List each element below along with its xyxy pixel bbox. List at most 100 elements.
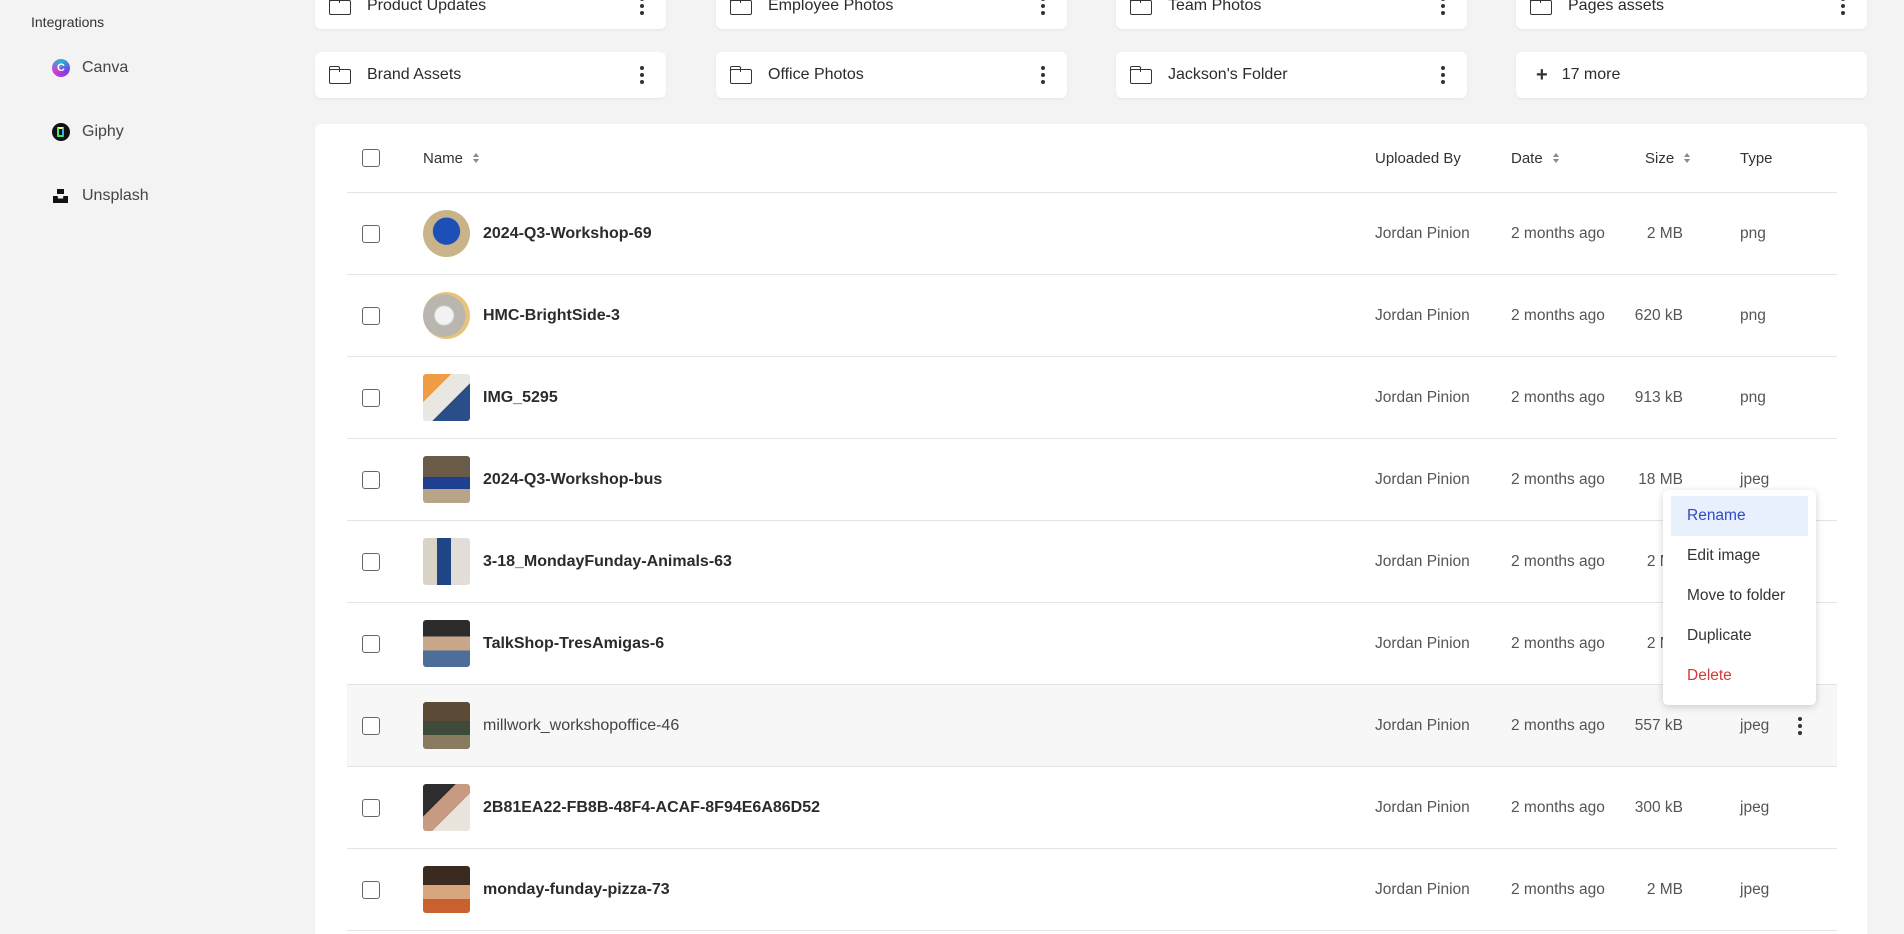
table-row[interactable]: 3-18_MondayFunday-Animals-63 Jordan Pinio…	[347, 521, 1837, 603]
folder-icon	[1130, 0, 1152, 15]
sidebar-item-canva[interactable]: C Canva	[52, 54, 128, 82]
more-options-icon[interactable]	[1833, 0, 1853, 17]
column-header-name[interactable]: Name	[423, 150, 479, 167]
folder-card-product-updates[interactable]: Product Updates	[315, 0, 666, 29]
menu-item-delete[interactable]: Delete	[1663, 656, 1816, 696]
folder-name: Brand Assets	[367, 66, 462, 83]
file-thumbnail[interactable]	[423, 292, 470, 339]
menu-item-duplicate[interactable]: Duplicate	[1663, 616, 1816, 656]
file-thumbnail[interactable]	[423, 374, 470, 421]
more-options-icon[interactable]	[1433, 0, 1453, 17]
uploaded-by-cell: Jordan Pinion	[1375, 716, 1470, 734]
folder-card-office-photos[interactable]: Office Photos	[716, 52, 1067, 98]
file-thumbnail[interactable]	[423, 456, 470, 503]
integrations-heading: Integrations	[31, 14, 105, 30]
more-folders-button[interactable]: + 17 more	[1516, 52, 1867, 98]
file-name[interactable]: 2024-Q3-Workshop-bus	[483, 471, 662, 489]
more-options-icon[interactable]	[1033, 0, 1053, 17]
sidebar-item-label: Unsplash	[82, 187, 149, 204]
column-header-date[interactable]: Date	[1511, 150, 1559, 167]
row-checkbox[interactable]	[362, 224, 380, 243]
table-row[interactable]: 2024-Q3-Workshop-bus Jordan Pinion 2 month…	[347, 439, 1837, 521]
row-checkbox[interactable]	[362, 798, 380, 817]
sort-icon	[1684, 153, 1690, 163]
menu-item-edit-image[interactable]: Edit image	[1663, 536, 1816, 576]
folder-icon	[329, 0, 351, 15]
file-name[interactable]: 2B81EA22-FB8B-48F4-ACAF-8F94E6A86D52	[483, 799, 820, 817]
type-cell: jpeg	[1740, 880, 1770, 898]
row-checkbox[interactable]	[362, 306, 380, 325]
table-row[interactable]: TalkShop-TresAmigas-6 Jordan Pinion 2 mont…	[347, 603, 1837, 685]
file-thumbnail[interactable]	[423, 784, 470, 831]
file-name[interactable]: monday-funday-pizza-73	[483, 881, 670, 899]
row-checkbox[interactable]	[362, 388, 380, 407]
row-checkbox[interactable]	[362, 470, 380, 489]
folder-name: Office Photos	[768, 66, 864, 83]
table-row[interactable]: monday-funday-pizza-73 Jordan Pinion 2 mon…	[347, 849, 1837, 931]
file-name[interactable]: 2024-Q3-Workshop-69	[483, 225, 652, 243]
table-row[interactable]: millwork_workshopoffice-46 Jordan Pinion 2…	[347, 685, 1837, 767]
date-cell: 2 months ago	[1511, 388, 1605, 406]
row-checkbox[interactable]	[362, 716, 380, 735]
folder-icon	[329, 66, 351, 84]
uploaded-by-cell: Jordan Pinion	[1375, 388, 1470, 406]
sidebar-item-label: Giphy	[82, 123, 124, 140]
file-name[interactable]: HMC-BrightSide-3	[483, 307, 620, 325]
more-options-icon[interactable]	[632, 0, 652, 17]
folder-card-employee-photos[interactable]: Employee Photos	[716, 0, 1067, 29]
select-all-checkbox[interactable]	[362, 149, 380, 167]
table-row[interactable]: HMC-BrightSide-3 Jordan Pinion 2 months ag…	[347, 275, 1837, 357]
file-name[interactable]: millwork_workshopoffice-46	[483, 717, 679, 735]
uploaded-by-cell: Jordan Pinion	[1375, 634, 1470, 652]
file-thumbnail[interactable]	[423, 538, 470, 585]
menu-item-rename[interactable]: Rename	[1671, 496, 1808, 536]
date-cell: 2 months ago	[1511, 224, 1605, 242]
size-cell: 913 kB	[1634, 388, 1683, 406]
more-options-icon[interactable]	[1433, 64, 1453, 86]
folder-name: Employee Photos	[768, 0, 894, 14]
type-cell: png	[1740, 306, 1766, 324]
folder-card-brand-assets[interactable]: Brand Assets	[315, 52, 666, 98]
folder-icon	[1130, 66, 1152, 84]
type-cell: jpeg	[1740, 798, 1770, 816]
sidebar-item-giphy[interactable]: Giphy	[52, 118, 124, 146]
canva-icon: C	[52, 59, 70, 77]
table-row[interactable]: 2024-Q3-Workshop-69 Jordan Pinion 2 months…	[347, 193, 1837, 275]
folder-card-pages-assets[interactable]: Pages assets	[1516, 0, 1867, 29]
size-cell: 2 MB	[1646, 880, 1683, 898]
column-header-size[interactable]: Size	[1645, 150, 1690, 167]
table-header: Name Uploaded By Date Size Type	[347, 124, 1837, 193]
row-checkbox[interactable]	[362, 634, 380, 653]
folder-card-team-photos[interactable]: Team Photos	[1116, 0, 1467, 29]
table-row[interactable]: 2B81EA22-FB8B-48F4-ACAF-8F94E6A86D52 Jord…	[347, 767, 1837, 849]
file-name[interactable]: 3-18_MondayFunday-Animals-63	[483, 553, 732, 571]
column-header-type: Type	[1740, 149, 1773, 167]
folder-name: Jackson's Folder	[1168, 66, 1288, 83]
folder-card-jacksons-folder[interactable]: Jackson's Folder	[1116, 52, 1467, 98]
folder-name: Pages assets	[1568, 0, 1665, 14]
table-row[interactable]: IMG_5295 Jordan Pinion 2 months ago 913 kB p…	[347, 357, 1837, 439]
sidebar-item-label: Canva	[82, 59, 129, 76]
row-checkbox[interactable]	[362, 552, 380, 571]
file-name[interactable]: IMG_5295	[483, 389, 558, 407]
files-table-panel: Name Uploaded By Date Size Type 2024-Q3-…	[315, 124, 1867, 934]
giphy-icon	[52, 123, 70, 141]
date-cell: 2 months ago	[1511, 470, 1605, 488]
file-thumbnail[interactable]	[423, 702, 470, 749]
row-more-options-icon[interactable]	[1790, 715, 1810, 737]
row-checkbox[interactable]	[362, 880, 380, 899]
menu-item-move-to-folder[interactable]: Move to folder	[1663, 576, 1816, 616]
file-name[interactable]: TalkShop-TresAmigas-6	[483, 635, 664, 653]
size-cell: 2 MB	[1646, 224, 1683, 242]
uploaded-by-cell: Jordan Pinion	[1375, 798, 1470, 816]
uploaded-by-cell: Jordan Pinion	[1375, 306, 1470, 324]
sidebar-item-unsplash[interactable]: Unsplash	[52, 182, 149, 210]
date-cell: 2 months ago	[1511, 716, 1605, 734]
more-options-icon[interactable]	[632, 64, 652, 86]
folder-icon	[730, 66, 752, 84]
file-thumbnail[interactable]	[423, 866, 470, 913]
more-options-icon[interactable]	[1033, 64, 1053, 86]
file-thumbnail[interactable]	[423, 620, 470, 667]
file-thumbnail[interactable]	[423, 210, 470, 257]
folder-icon	[1530, 0, 1552, 15]
